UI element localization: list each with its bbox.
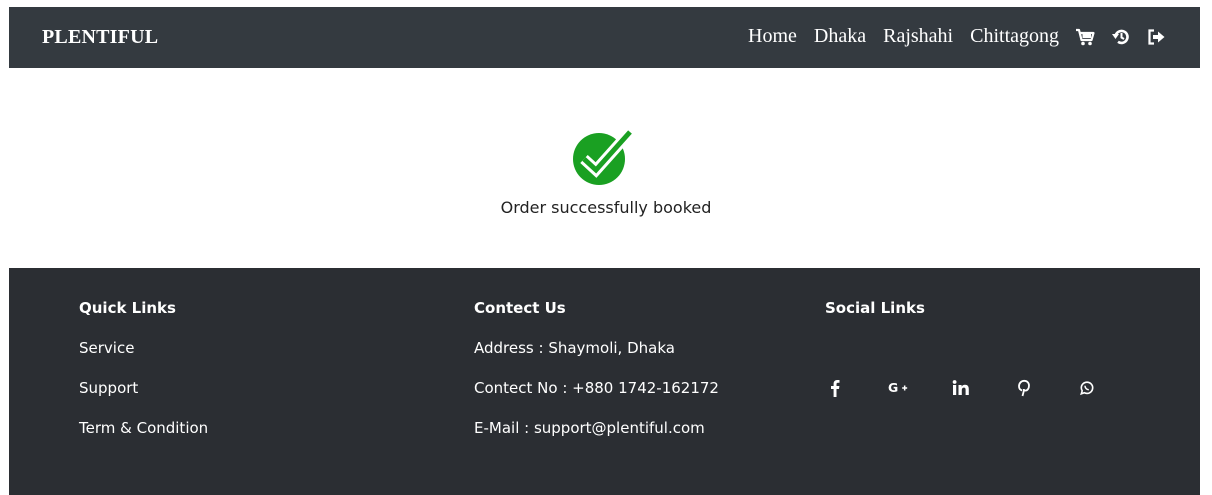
facebook-icon[interactable] — [825, 376, 845, 400]
nav-link-dhaka[interactable]: Dhaka — [814, 25, 866, 48]
linkedin-icon[interactable] — [951, 376, 971, 400]
social-links-title: Social Links — [825, 299, 925, 317]
footer-link-terms[interactable]: Term & Condition — [79, 419, 208, 437]
cart-icon[interactable] — [1075, 28, 1095, 46]
pinterest-icon[interactable] — [1014, 376, 1034, 400]
contact-title: Contect Us — [474, 299, 566, 317]
logout-icon[interactable] — [1147, 28, 1167, 46]
social-section: Social Links — [825, 299, 925, 317]
footer-link-service[interactable]: Service — [79, 339, 208, 357]
nav-link-rajshahi[interactable]: Rajshahi — [883, 25, 953, 48]
contact-email: E-Mail : support@plentiful.com — [474, 419, 705, 437]
nav-link-home[interactable]: Home — [748, 25, 797, 48]
svg-text:G: G — [888, 380, 898, 395]
check-circle-icon — [573, 128, 635, 185]
nav-link-chittagong[interactable]: Chittagong — [970, 25, 1059, 48]
nav-links: Home Dhaka Rajshahi Chittagong — [748, 25, 1167, 48]
contact-address: Address : Shaymoli, Dhaka — [474, 339, 675, 357]
google-plus-icon[interactable]: G — [888, 376, 908, 400]
navbar: PLENTIFUL Home Dhaka Rajshahi Chittagong — [9, 7, 1200, 68]
footer: Quick Links Service Support Term & Condi… — [9, 268, 1200, 495]
whatsapp-icon[interactable] — [1077, 376, 1097, 400]
contact-section: Contect Us Address : Shaymoli, Dhaka Con… — [474, 299, 719, 437]
brand-logo[interactable]: PLENTIFUL — [42, 26, 158, 49]
footer-link-support[interactable]: Support — [79, 379, 208, 397]
contact-phone: Contect No : +880 1742-162172 — [474, 379, 719, 397]
social-icons: G — [825, 376, 1097, 400]
history-icon[interactable] — [1111, 28, 1131, 46]
success-message: Order successfully booked — [500, 198, 712, 217]
quick-links-title: Quick Links — [79, 299, 176, 317]
success-panel: Order successfully booked — [0, 126, 1212, 217]
quick-links-section: Quick Links Service Support Term & Condi… — [79, 299, 208, 437]
